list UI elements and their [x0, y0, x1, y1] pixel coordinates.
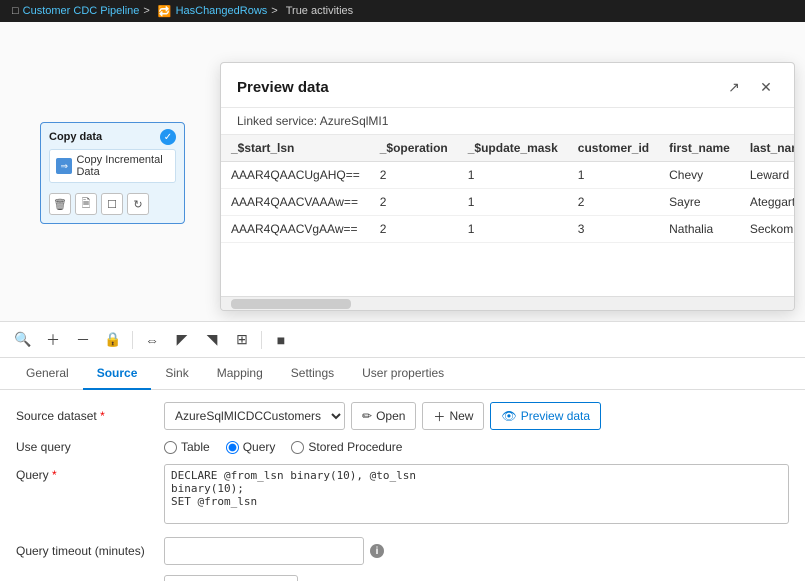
pencil-icon: ✏ — [362, 409, 372, 423]
preview-modal: Preview data ↗ ✕ Linked service: AzureSq… — [220, 62, 795, 311]
open-dataset-btn[interactable]: ✏ Open — [351, 402, 416, 430]
expand-h-btn[interactable]: ⇔ — [141, 329, 163, 351]
remove-btn[interactable]: － — [72, 329, 94, 351]
lock-btn[interactable]: 🔒 — [102, 329, 124, 351]
new-dataset-btn[interactable]: ＋ New — [422, 402, 484, 430]
tabs: General Source Sink Mapping Settings Use… — [0, 358, 805, 390]
main-content: Copy data ✓ ⇒ Copy Incremental Data 🗑 🗎 … — [0, 22, 805, 581]
table-radio[interactable] — [164, 441, 177, 454]
title-pipeline-icon: □ — [12, 5, 19, 17]
delete-activity-btn[interactable]: 🗑 — [49, 193, 71, 215]
toolbar: 🔍 ＋ － 🔒 ⇔ ◤ ◥ ⊞ ■ — [0, 322, 805, 358]
query-control: DECLARE @from_lsn binary(10), @to_lsn bi… — [164, 464, 789, 527]
run-activity-btn[interactable]: ↻ — [127, 193, 149, 215]
pipeline-link[interactable]: Customer CDC Pipeline — [23, 5, 140, 17]
breadcrumb-suffix: True activities — [286, 5, 353, 17]
copy-activity-btn[interactable]: 🗎 — [75, 193, 97, 215]
tab-settings[interactable]: Settings — [277, 358, 348, 390]
query-timeout-label: Query timeout (minutes) — [16, 544, 156, 558]
col-operation: _$operation — [370, 135, 458, 162]
copy-icon: ⇒ — [56, 158, 72, 174]
col-start-lsn: _$start_lsn — [221, 135, 370, 162]
activity-actions: 🗑 🗎 ☐ ↻ — [49, 189, 176, 215]
col-first-name: first_name — [659, 135, 740, 162]
pointer-btn[interactable]: ■ — [270, 329, 292, 351]
col-last-name: last_name — [740, 135, 794, 162]
table-radio-text: Table — [181, 440, 210, 454]
preview-table: _$start_lsn _$operation _$update_mask cu… — [221, 135, 794, 243]
title-bar: □ Customer CDC Pipeline > 🔁 HasChangedRo… — [0, 0, 805, 22]
col-update-mask: _$update_mask — [458, 135, 568, 162]
activity-node-header: Copy data ✓ — [49, 129, 176, 145]
preview-scrollbar[interactable] — [221, 296, 794, 310]
table-row: AAAR4QAACVAAAw==212SayreAteggartsateggar… — [221, 189, 794, 216]
query-radio[interactable] — [226, 441, 239, 454]
preview-linked-service: Linked service: AzureSqlMI1 — [221, 108, 794, 135]
use-query-label: Use query — [16, 440, 156, 454]
tab-source[interactable]: Source — [83, 358, 152, 390]
activity-body-label: Copy Incremental Data — [76, 154, 169, 178]
settings-activity-btn[interactable]: ☐ — [101, 193, 123, 215]
query-label: Query * — [16, 464, 156, 482]
source-dataset-select[interactable]: AzureSqlMICDCCustomers — [164, 402, 345, 430]
stored-proc-radio-text: Stored Procedure — [308, 440, 402, 454]
preview-table-wrap: _$start_lsn _$operation _$update_mask cu… — [221, 135, 794, 296]
query-timeout-input[interactable] — [164, 537, 364, 565]
tab-user-properties[interactable]: User properties — [348, 358, 458, 390]
activity-node-title: Copy data — [49, 131, 102, 143]
canvas-area: Copy data ✓ ⇒ Copy Incremental Data 🗑 🗎 … — [0, 22, 805, 322]
use-query-row: Use query Table Query Stored Procedure — [16, 440, 789, 454]
stored-proc-radio[interactable] — [291, 441, 304, 454]
activity-node[interactable]: Copy data ✓ ⇒ Copy Incremental Data 🗑 🗎 … — [40, 122, 185, 224]
frame-resize-btn[interactable]: ◥ — [201, 329, 223, 351]
activity-icon: 🔁 — [158, 5, 172, 18]
preview-table-body: AAAR4QAACUgAHQ==211ChevyLewardcleward0@m… — [221, 162, 794, 243]
required-marker: * — [100, 409, 105, 423]
isolation-level-row: Isolation level None ReadCommitted ReadU… — [16, 575, 789, 581]
preview-header: Preview data ↗ ✕ — [221, 63, 794, 108]
toolbar-divider-2 — [261, 331, 262, 349]
query-row: Query * DECLARE @from_lsn binary(10), @t… — [16, 464, 789, 527]
frame-select-btn[interactable]: ◤ — [171, 329, 193, 351]
query-radio-label[interactable]: Query — [226, 440, 276, 454]
source-dataset-row: Source dataset * AzureSqlMICDCCustomers … — [16, 402, 789, 430]
use-query-control: Table Query Stored Procedure — [164, 440, 789, 454]
query-radio-text: Query — [243, 440, 276, 454]
activity-body: ⇒ Copy Incremental Data — [49, 149, 176, 183]
stored-proc-radio-label[interactable]: Stored Procedure — [291, 440, 402, 454]
search-btn[interactable]: 🔍 — [12, 329, 34, 351]
add-btn[interactable]: ＋ — [42, 329, 64, 351]
isolation-level-control: None ReadCommitted ReadUncommitted Repea… — [164, 575, 789, 581]
query-timeout-control: i — [164, 537, 789, 565]
activity-check-icon: ✓ — [160, 129, 176, 145]
preview-scrollbar-thumb — [231, 299, 351, 309]
tab-sink[interactable]: Sink — [151, 358, 202, 390]
table-row: AAAR4QAACUgAHQ==211ChevyLewardcleward0@m… — [221, 162, 794, 189]
preview-data-btn[interactable]: 👁 Preview data — [490, 402, 601, 430]
preview-title: Preview data — [237, 79, 329, 96]
source-dataset-control: AzureSqlMICDCCustomers ✏ Open ＋ New 👁 Pr… — [164, 402, 789, 430]
grid-btn[interactable]: ⊞ — [231, 329, 253, 351]
query-timeout-row: Query timeout (minutes) i — [16, 537, 789, 565]
toolbar-divider-1 — [132, 331, 133, 349]
source-dataset-label: Source dataset * — [16, 409, 156, 423]
eye-icon: 👁 — [501, 409, 516, 423]
table-row: AAAR4QAACVgAAw==213NathaliaSeckomnseckom… — [221, 216, 794, 243]
isolation-level-select[interactable]: None ReadCommitted ReadUncommitted Repea… — [164, 575, 298, 581]
tab-general[interactable]: General — [12, 358, 83, 390]
expand-icon[interactable]: ↗ — [722, 75, 746, 99]
preview-table-header: _$start_lsn _$operation _$update_mask cu… — [221, 135, 794, 162]
bottom-panel: General Source Sink Mapping Settings Use… — [0, 358, 805, 581]
tab-mapping[interactable]: Mapping — [203, 358, 277, 390]
query-textarea[interactable]: DECLARE @from_lsn binary(10), @to_lsn bi… — [164, 464, 789, 524]
form-body: Source dataset * AzureSqlMICDCCustomers … — [0, 390, 805, 581]
activity-link[interactable]: HasChangedRows — [176, 5, 268, 17]
close-icon[interactable]: ✕ — [754, 75, 778, 99]
plus-icon: ＋ — [433, 408, 445, 425]
query-timeout-info-icon[interactable]: i — [370, 544, 384, 558]
table-radio-label[interactable]: Table — [164, 440, 210, 454]
preview-header-btns: ↗ ✕ — [722, 75, 778, 99]
required-marker-2: * — [52, 468, 57, 482]
col-customer-id: customer_id — [568, 135, 659, 162]
